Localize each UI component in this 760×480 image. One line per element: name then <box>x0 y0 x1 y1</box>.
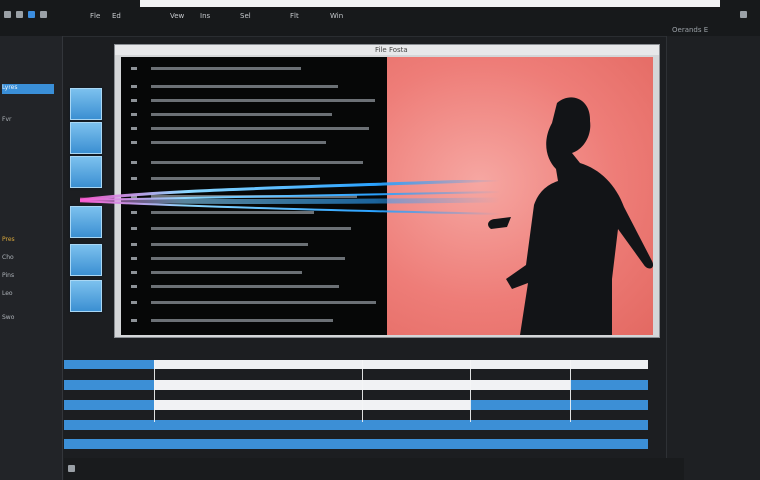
arrow-icon[interactable] <box>4 11 11 18</box>
menu-item[interactable]: Win <box>330 12 343 20</box>
timeline-marker[interactable] <box>470 360 471 422</box>
filmstrip-thumbnail[interactable] <box>70 244 102 276</box>
timeline-marker[interactable] <box>154 360 155 422</box>
code-line-number <box>131 67 137 70</box>
timeline-clip[interactable] <box>64 380 154 390</box>
timeline-clip[interactable] <box>64 420 648 430</box>
play-icon[interactable] <box>68 465 75 472</box>
search-icon[interactable] <box>40 11 47 18</box>
timeline-clip[interactable] <box>470 400 648 410</box>
code-line-number <box>131 243 137 246</box>
timeline-clip[interactable] <box>64 400 154 410</box>
menu-item[interactable]: Sel <box>240 12 251 20</box>
address-strip[interactable] <box>140 0 720 7</box>
code-line-number <box>131 141 137 144</box>
menu-item[interactable]: Ins <box>200 12 210 20</box>
menu-item[interactable]: Flt <box>290 12 299 20</box>
filmstrip-thumbnail[interactable] <box>70 280 102 312</box>
sidebar-item[interactable]: Pres <box>2 236 15 243</box>
scissors-icon[interactable] <box>28 11 35 18</box>
sidebar-item[interactable]: Leo <box>2 290 13 297</box>
timeline-marker[interactable] <box>570 360 571 422</box>
gear-icon[interactable] <box>740 11 747 18</box>
code-line-number <box>131 85 137 88</box>
preview-titlebar: File Fosta <box>115 45 659 55</box>
menu-item[interactable]: Vew <box>170 12 184 20</box>
timeline-marker[interactable] <box>362 360 363 422</box>
code-line-number <box>131 319 137 322</box>
menu-item[interactable]: Fle <box>90 12 100 20</box>
code-line <box>151 141 326 144</box>
sidebar-item-layers[interactable]: Lyres <box>2 84 54 94</box>
right-panel <box>666 36 760 480</box>
sidebar-item[interactable]: Cho <box>2 254 14 261</box>
code-line-number <box>131 113 137 116</box>
code-line <box>151 319 333 322</box>
code-line <box>151 243 308 246</box>
sidebar-item[interactable]: Swo <box>2 314 14 321</box>
code-line-number <box>131 227 137 230</box>
light-beam <box>80 180 500 215</box>
filmstrip-thumbnail[interactable] <box>70 122 102 154</box>
code-line-number <box>131 99 137 102</box>
code-line <box>151 85 338 88</box>
top-toolbar: Fle Ed Vew Ins Sel Flt Win Oerands E <box>0 0 760 37</box>
code-line-number <box>131 127 137 130</box>
filmstrip-thumbnail[interactable] <box>70 88 102 120</box>
code-line <box>151 227 351 230</box>
preview-title: File Fosta <box>375 46 408 54</box>
code-line <box>151 301 376 304</box>
folder-icon[interactable] <box>16 11 23 18</box>
code-line <box>151 285 339 288</box>
code-line <box>151 161 363 164</box>
status-bar <box>64 458 684 480</box>
code-line <box>151 99 375 102</box>
code-line-number <box>131 161 137 164</box>
sidebar-item[interactable]: Fvr <box>2 116 11 123</box>
code-line-number <box>131 301 137 304</box>
timeline[interactable] <box>64 355 652 455</box>
timeline-clip[interactable] <box>570 380 648 390</box>
code-line <box>151 271 302 274</box>
left-sidebar: Lyres Fvr Pres Cho Pins Leo Swo <box>0 36 63 480</box>
code-line <box>151 67 301 70</box>
code-line <box>151 257 345 260</box>
timeline-track[interactable] <box>154 400 470 410</box>
code-line <box>151 127 369 130</box>
code-line-number <box>131 271 137 274</box>
sidebar-item[interactable]: Pins <box>2 272 14 279</box>
timeline-clip[interactable] <box>64 360 154 369</box>
code-line-number <box>131 285 137 288</box>
code-line-number <box>131 257 137 260</box>
top-right-label: Oerands E <box>672 26 709 34</box>
menu-item[interactable]: Ed <box>112 12 121 20</box>
code-line <box>151 113 332 116</box>
timeline-clip[interactable] <box>64 439 648 449</box>
